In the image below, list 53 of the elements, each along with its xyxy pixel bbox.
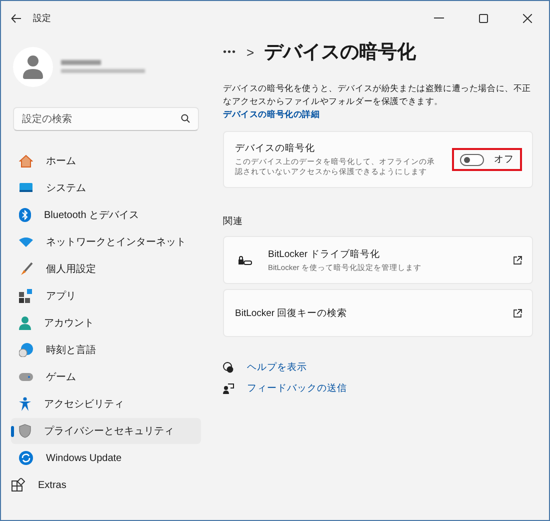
feedback-icon [223,383,234,394]
sidebar-item[interactable]: Windows Update [11,445,201,471]
sidebar-item[interactable]: 個人用設定 [11,256,201,282]
sidebar-item[interactable]: システム [11,175,201,201]
external-link-icon[interactable] [513,256,522,264]
external-link-icon[interactable] [513,308,522,318]
avatar [13,47,53,87]
link-card-title: BitLocker 回復キーの検索 [235,306,348,320]
sidebar-item[interactable]: ゲーム [11,364,201,390]
setting-title: デバイスの暗号化 [235,142,316,155]
sidebar-item[interactable]: ホーム [11,148,201,174]
help-link[interactable]: フィードバックの送信 [247,382,347,395]
details-link[interactable]: デバイスの暗号化の詳細 [223,109,320,119]
drive-lock-icon [238,256,252,264]
gamepad-icon [19,372,33,382]
more-button[interactable]: ••• [223,46,237,58]
search-field[interactable]: 設定の検索 [13,107,199,131]
sidebar-item[interactable]: プライバシーとセキュリティ [11,418,201,444]
description-text: デバイスの暗号化を使うと、デバイスが紛失または盗難に遭った場合に、不正なアクセスからファイルやフォルダーを保護できます。 デバイスの暗号化の詳細 [223,82,532,121]
link-card-title: BitLocker ドライブ暗号化 [268,248,382,260]
sidebar-item[interactable]: Bluetooth とデバイス [11,202,201,228]
sidebar-item[interactable]: アクセシビリティ [11,391,201,417]
section-heading: 関連 [223,215,244,228]
accessibility-icon [19,397,31,411]
sidebar-item[interactable]: 時刻と言語 [11,337,201,363]
home-icon [19,154,33,168]
sidebar-item[interactable]: アカウント [11,310,201,336]
sidebar-item[interactable]: ネットワークとインターネット [11,229,201,255]
maximize-icon[interactable] [478,14,488,22]
sidebar-item[interactable]: アプリ [11,283,201,309]
person-icon [19,316,31,330]
window-title: 設定 [33,12,51,24]
bluetooth-icon [19,208,31,222]
wifi-icon [19,237,33,247]
monitor-icon [19,182,33,194]
page-title: デバイスの暗号化 [264,40,416,65]
back-arrow-icon[interactable] [11,14,21,22]
minimize-icon[interactable] [434,17,444,19]
sync-icon [19,451,33,465]
brush-icon [19,262,33,276]
help-link[interactable]: ヘルプを表示 [247,361,307,374]
widget-icon [11,478,25,492]
toggle-label: オフ [494,153,514,166]
close-icon[interactable] [522,14,532,22]
apps-icon [19,289,33,303]
search-icon[interactable] [181,114,190,123]
link-card[interactable]: BitLocker 回復キーの検索 [223,289,533,337]
sidebar-item[interactable]: Extras [11,472,201,498]
help-icon [223,362,234,373]
shield-icon [19,424,31,438]
globe-clock-icon [19,343,33,357]
toggle-switch[interactable] [460,154,484,166]
breadcrumb-separator: > [246,44,254,60]
